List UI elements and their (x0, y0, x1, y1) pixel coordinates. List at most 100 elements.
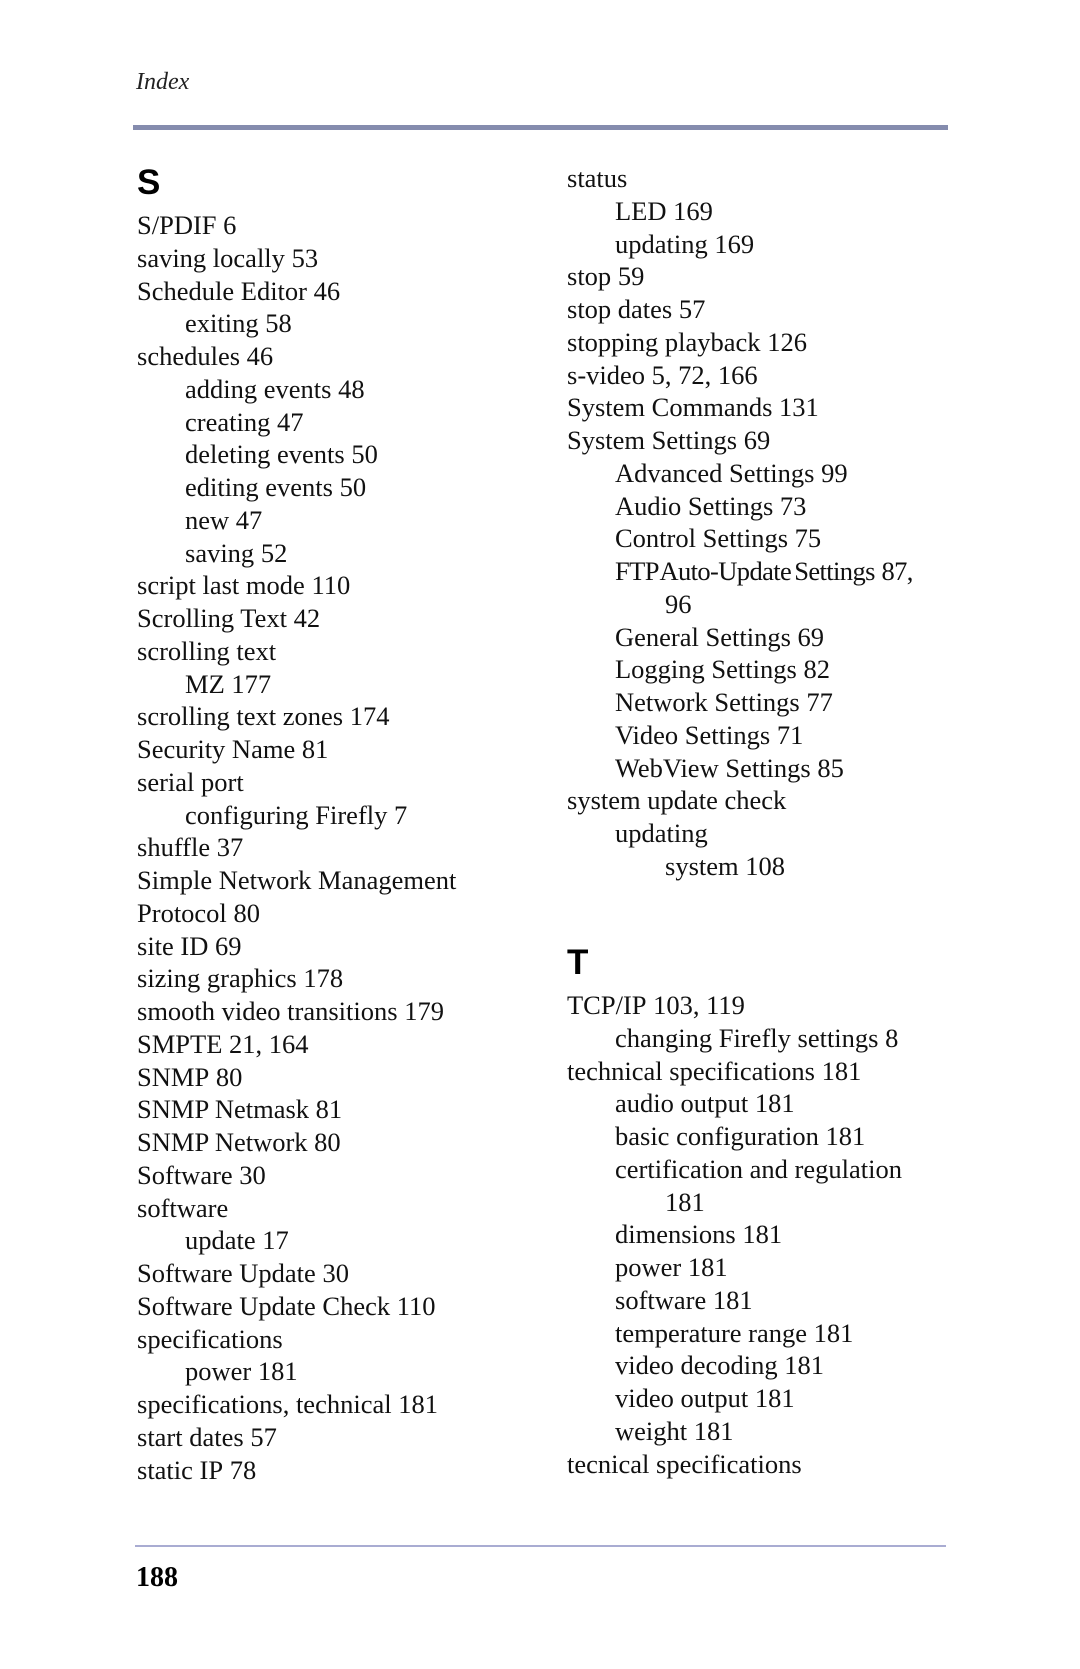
entry-page-refs: 69 (743, 425, 771, 455)
entry-term: Simple Network Management (137, 865, 457, 895)
entry-page-refs: 57 (250, 1421, 277, 1452)
entry-term: dimensions (615, 1219, 736, 1250)
header-rule (133, 125, 948, 130)
index-subentry: LED 169 (567, 195, 913, 228)
index-entry: site ID 69 (137, 930, 456, 963)
index-entry: scrolling text zones 174 (137, 700, 456, 733)
entry-page-refs: 21, 164 (229, 1028, 309, 1059)
index-entry: tecnical specifications (567, 1448, 902, 1481)
entry-term: System Commands (567, 392, 773, 423)
index-entry: sizing graphics 178 (137, 962, 456, 995)
entry-term: updating (615, 228, 708, 259)
entry-term: stop dates (567, 294, 673, 324)
index-subentry: power 181 (137, 1355, 456, 1388)
entry-term: update (185, 1225, 256, 1256)
entry-term: SNMP Netmask (137, 1094, 310, 1125)
entry-page-refs: 81 (301, 734, 329, 764)
entry-page-refs: 181 (257, 1356, 298, 1387)
entry-term: basic configuration (615, 1121, 819, 1151)
index-subentry: updating 169 (567, 228, 913, 261)
index-subentry: 181 (567, 1186, 902, 1219)
entry-term: specifications (137, 1323, 283, 1354)
index-entry: System Settings 69 (567, 424, 913, 457)
entry-term: Software Update (137, 1258, 316, 1288)
entry-page-refs: 131 (779, 392, 819, 423)
entry-term: editing events (185, 472, 333, 502)
entry-term: adding events (185, 373, 332, 404)
index-entry: SNMP 80 (137, 1061, 456, 1094)
entry-term: Video Settings (615, 719, 771, 750)
entry-page-refs: 181 (742, 1219, 783, 1250)
index-subentry: WebView Settings 85 (567, 752, 913, 785)
entry-term: sizing graphics (137, 963, 297, 994)
entry-page-refs: 181 (687, 1252, 728, 1282)
index-subentry: Network Settings 77 (567, 686, 913, 719)
entry-term: certification and regulation (615, 1153, 902, 1184)
entry-term: Security Name (137, 734, 296, 764)
entry-page-refs: 181 (813, 1317, 854, 1348)
entry-term: scrolling text (137, 635, 277, 666)
entry-page-refs: 73 (779, 490, 807, 521)
index-entry: Schedule Editor 46 (137, 275, 456, 308)
entry-page-refs: 75 (794, 523, 822, 554)
index-entry: specifications, technical 181 (137, 1388, 456, 1421)
entry-page-refs: 53 (291, 242, 319, 273)
entry-term: S/PDIF (137, 210, 217, 240)
index-entry: system update check (567, 784, 913, 817)
entry-page-refs: 181 (825, 1121, 866, 1151)
entry-page-refs: 174 (349, 701, 390, 732)
index-entry: SNMP Network 80 (137, 1126, 456, 1159)
entry-term: exiting (185, 308, 259, 339)
entry-page-refs: 169 (673, 195, 713, 226)
entry-term: scrolling text zones (137, 701, 344, 732)
entry-term: saving (185, 537, 255, 568)
entry-page-refs: 42 (293, 603, 321, 633)
entry-term: Schedule Editor (137, 275, 307, 306)
index-subentry: temperature range 181 (567, 1317, 902, 1350)
index-entry: Security Name 81 (137, 733, 456, 766)
page-number: 188 (136, 1562, 178, 1593)
entry-term: saving locally (137, 242, 285, 273)
entry-term: shuffle (137, 832, 211, 863)
entry-term: Control Settings (615, 523, 789, 554)
entry-term: WebView Settings (615, 752, 811, 783)
entry-term: audio output (615, 1088, 749, 1119)
index-entry: smooth video transitions 179 (137, 995, 456, 1028)
index-entry: stop 59 (567, 260, 913, 293)
index-entry: TCP/IP 103, 119 (567, 989, 902, 1022)
entry-page-refs: 178 (303, 963, 344, 994)
entry-page-refs: 181 (398, 1389, 438, 1419)
footer-rule (135, 1545, 946, 1547)
entry-term: SMPTE (137, 1028, 223, 1059)
entry-term: power (185, 1356, 252, 1387)
entry-page-refs: 69 (215, 930, 242, 961)
entry-term: Advanced Settings (615, 457, 815, 488)
index-entry-list: TCP/IP 103, 119 changing Firefly settings 8… (567, 989, 902, 1480)
index-entry: SNMP Netmask 81 (137, 1093, 456, 1126)
index-entry: start dates 57 (137, 1421, 456, 1454)
entry-page-refs: 30 (322, 1258, 349, 1288)
entry-page-refs: 58 (265, 308, 292, 339)
entry-term: stop (567, 261, 612, 292)
entry-page-refs: 80 (233, 897, 260, 928)
index-subentry: certification and regulation (567, 1153, 902, 1186)
index-entry: static IP 78 (137, 1454, 456, 1487)
entry-term: schedules (137, 341, 241, 371)
entry-page-refs: 96 (665, 588, 692, 619)
index-subentry: General Settings 69 (567, 621, 913, 654)
index-entry: Simple Network Management (137, 864, 456, 897)
entry-term: Software (137, 1159, 233, 1190)
entry-page-refs: 46 (313, 275, 341, 306)
index-entry: schedules 46 (137, 340, 456, 373)
index-entry: stop dates 57 (567, 293, 913, 326)
entry-page-refs: 48 (338, 373, 365, 404)
entry-page-refs: 177 (231, 668, 272, 699)
entry-page-refs: 50 (339, 472, 367, 502)
index-subentry: new 47 (137, 504, 456, 537)
entry-page-refs: 179 (404, 996, 444, 1026)
entry-page-refs: 108 (745, 850, 785, 881)
entry-term: s-video (567, 359, 646, 390)
entry-page-refs: 78 (229, 1454, 257, 1485)
index-entry: status (567, 162, 913, 195)
index-subentry: saving 52 (137, 537, 456, 570)
